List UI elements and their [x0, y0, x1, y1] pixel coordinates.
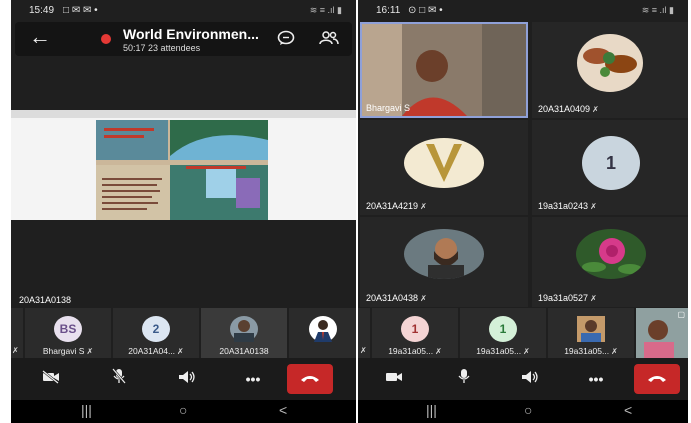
participant-label: 20A31A0409 ✗	[538, 104, 599, 114]
status-notification-icons: ⊙ □ ✉ •	[408, 5, 443, 16]
shared-screen-toolbar	[11, 110, 356, 118]
participant-label: 19a31a05... ✗	[476, 346, 530, 356]
back-nav-button[interactable]: <	[624, 402, 632, 418]
mic-off-icon: ✗	[177, 347, 184, 356]
mic-icon[interactable]	[444, 366, 484, 392]
back-arrow-icon[interactable]: ←	[29, 26, 51, 48]
more-icon[interactable]: •••	[233, 366, 273, 392]
participant-strip-tile[interactable]: 2 20A31A04... ✗	[113, 308, 199, 358]
home-nav-button[interactable]: ○	[524, 402, 532, 418]
participant-label: 19a31a0527 ✗	[538, 293, 597, 303]
participant-label: 19a31a05... ✗	[388, 346, 442, 356]
recording-icon	[101, 34, 111, 44]
strip-edge-tile[interactable]: ✗	[358, 308, 370, 358]
end-call-icon	[301, 376, 319, 382]
participant-avatar: 2	[142, 316, 170, 342]
participant-initial-avatar: 1	[582, 136, 640, 190]
participant-label: 20A31A04... ✗	[128, 346, 184, 356]
mic-off-icon: ✗	[420, 294, 427, 303]
right-phone-screen: 16:11 ⊙ □ ✉ • ≋ ≡ .ıl ▮ Bhargavi S 20A31…	[358, 0, 688, 423]
call-controls-bar: •••	[11, 358, 356, 400]
call-controls-bar: •••	[358, 358, 688, 400]
participant-label: 20A31A4219 ✗	[366, 201, 427, 211]
mic-off-icon[interactable]	[99, 366, 139, 392]
mic-off-icon: ✗	[360, 346, 367, 355]
participant-label: Bhargavi S ✗	[42, 346, 94, 356]
participant-photo-avatar	[577, 34, 643, 92]
meeting-duration: 50:17	[123, 43, 146, 53]
participant-strip-tile[interactable]	[289, 308, 356, 358]
people-icon[interactable]	[319, 30, 339, 50]
status-time: 16:11	[376, 5, 401, 16]
participant-label: 20A31A0138	[219, 346, 269, 356]
end-call-icon	[648, 376, 666, 382]
participant-photo-avatar	[404, 138, 484, 188]
more-icon[interactable]: •••	[576, 366, 616, 392]
meeting-subtitle: 50:17 23 attendees	[123, 43, 200, 53]
mic-off-icon: ✗	[592, 105, 599, 114]
participant-photo-avatar	[308, 316, 337, 342]
android-nav-bar: ||| ○ <	[358, 400, 688, 423]
status-system-icons: ≋ ≡ .ıl ▮	[641, 5, 674, 15]
back-nav-button[interactable]: <	[279, 402, 287, 418]
shared-screen	[11, 110, 356, 220]
mic-off-icon: ✗	[420, 202, 427, 211]
participant-tile[interactable]: 1 19a31a0243 ✗	[532, 120, 688, 215]
android-nav-bar: ||| ○ <	[11, 400, 356, 423]
status-bar: 15:49 □ ✉ ✉ • ≋ ≡ .ıl ▮	[11, 0, 356, 22]
strip-edge-tile[interactable]: ✗	[11, 308, 23, 358]
participant-label: 20A31A0438 ✗	[366, 293, 427, 303]
mic-off-icon: ✗	[611, 347, 618, 356]
participant-tile[interactable]: 20A31A0409 ✗	[532, 22, 688, 118]
home-nav-button[interactable]: ○	[179, 402, 187, 418]
mic-off-icon: ✗	[590, 202, 597, 211]
participant-video-tile-selected[interactable]: Bhargavi S	[360, 22, 528, 118]
end-call-button[interactable]	[634, 364, 680, 394]
participant-avatar: 1	[489, 316, 517, 342]
participant-strip-tile[interactable]: 19a31a05... ✗	[548, 308, 634, 358]
participant-photo-avatar	[577, 316, 605, 343]
mic-off-icon: ✗	[590, 294, 597, 303]
status-bar: 16:11 ⊙ □ ✉ • ≋ ≡ .ıl ▮	[358, 0, 688, 22]
participant-strip-tile[interactable]: 1 19a31a05... ✗	[460, 308, 546, 358]
status-time: 15:49	[29, 5, 55, 16]
participant-avatar: BS	[54, 316, 82, 342]
participant-strip-tile-selected[interactable]: 20A31A0138	[201, 308, 287, 358]
presentation-slide-image	[96, 120, 268, 220]
switch-camera-icon[interactable]: ▢	[677, 310, 685, 319]
participant-label: 19a31a05... ✗	[564, 346, 618, 356]
camera-off-icon[interactable]	[31, 366, 71, 392]
mic-off-icon: ✗	[86, 347, 94, 356]
mic-off-icon: ✗	[523, 347, 530, 356]
meeting-attendees: 23 attendees	[148, 43, 201, 53]
participant-photo-avatar	[576, 229, 646, 279]
mic-off-icon: ✗	[12, 346, 19, 355]
chat-icon[interactable]	[277, 30, 295, 50]
participant-photo-avatar	[404, 229, 484, 279]
participant-photo-avatar	[230, 316, 258, 343]
speaker-icon[interactable]	[510, 366, 550, 392]
participant-label: Bhargavi S	[366, 103, 411, 113]
participant-strip-tile[interactable]: BS Bhargavi S ✗	[25, 308, 111, 358]
left-phone-screen: 15:49 □ ✉ ✉ • ≋ ≡ .ıl ▮ ← World Environm…	[11, 0, 356, 423]
participant-strip-tile[interactable]: 1 19a31a05... ✗	[372, 308, 458, 358]
end-call-button[interactable]	[287, 364, 333, 394]
self-view-tile[interactable]: ▢	[636, 308, 688, 358]
participant-avatar: 1	[401, 316, 429, 342]
participant-label: 19a31a0243 ✗	[538, 201, 597, 211]
recents-nav-button[interactable]: |||	[81, 402, 92, 418]
status-system-icons: ≋ ≡ .ıl ▮	[309, 5, 342, 15]
speaker-icon[interactable]	[167, 366, 207, 392]
meeting-header: ← World Environmen... 50:17 23 attendees	[15, 22, 352, 56]
meeting-title: World Environmen...	[123, 26, 259, 42]
status-notification-icons: □ ✉ ✉ •	[63, 5, 98, 16]
participant-tile[interactable]: 19a31a0527 ✗	[532, 217, 688, 307]
camera-icon[interactable]	[374, 366, 414, 392]
participant-tile[interactable]: 20A31A4219 ✗	[360, 120, 528, 215]
participant-tile[interactable]: 20A31A0438 ✗	[360, 217, 528, 307]
recents-nav-button[interactable]: |||	[426, 402, 437, 418]
presenter-name-label: 20A31A0138	[19, 295, 72, 305]
mic-off-icon: ✗	[435, 347, 442, 356]
